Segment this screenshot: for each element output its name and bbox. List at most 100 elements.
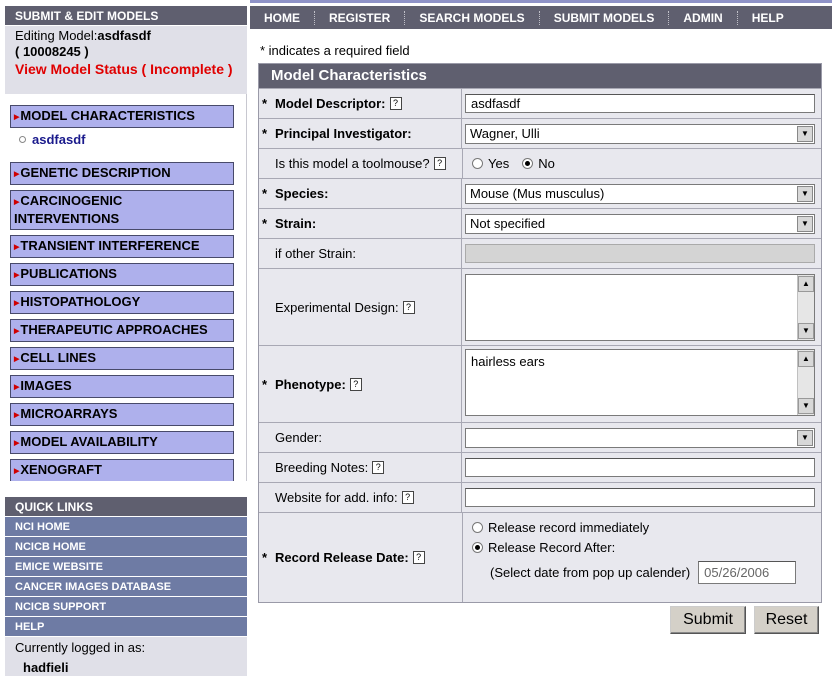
release-after-label: Release Record After: (488, 540, 616, 555)
required-star: * (262, 376, 268, 392)
sidebar-item-publications[interactable]: ▶PUBLICATIONS (10, 263, 234, 286)
editing-model-info: Editing Model:asdfasdf ( 10008245 ) View… (5, 26, 247, 94)
nav-admin-link[interactable]: ADMIN (669, 11, 736, 25)
nav-register-link[interactable]: REGISTER (315, 11, 404, 25)
editing-label: Editing Model: (15, 28, 98, 43)
sidebar-item-transient-interference[interactable]: ▶TRANSIENT INTERFERENCE (10, 235, 234, 258)
record-release-date-label: Record Release Date: (275, 550, 409, 565)
help-icon[interactable]: ? (389, 97, 402, 110)
sidebar-item-histopathology[interactable]: ▶HISTOPATHOLOGY (10, 291, 234, 314)
arrow-icon: ▶ (14, 300, 20, 307)
experimental-design-label: Experimental Design: (275, 299, 399, 315)
row-strain: * Strain: Not specified ▼ (259, 208, 821, 238)
help-icon[interactable]: ? (402, 300, 415, 314)
chevron-down-icon[interactable]: ▼ (797, 215, 813, 232)
model-descriptor-input[interactable]: asdfasdf (465, 94, 815, 113)
help-icon[interactable]: ? (372, 461, 385, 474)
arrow-icon: ▶ (14, 171, 20, 178)
row-phenotype: * Phenotype:? hairless ears ▲ ▼ (259, 345, 821, 422)
experimental-design-textarea[interactable]: ▲ ▼ (465, 273, 815, 341)
required-field-note: * indicates a required field (260, 43, 410, 58)
toolmouse-yes-radio[interactable] (472, 158, 483, 169)
row-principal-investigator: * Principal Investigator: Wagner, Ulli ▼ (259, 118, 821, 148)
logged-in-label: Currently logged in as: (15, 640, 146, 655)
required-star: * (262, 216, 268, 231)
sidebar-item-model-availability[interactable]: ▶MODEL AVAILABILITY (10, 431, 234, 454)
sidebar-subitem-asdfasdf[interactable]: asdfasdf (5, 131, 246, 162)
view-model-status-link[interactable]: View Model Status ( Incomplete ) (15, 61, 247, 77)
arrow-icon: ▶ (14, 440, 20, 447)
sidebar-item-xenograft[interactable]: ▶XENOGRAFT (10, 459, 234, 482)
chevron-down-icon[interactable]: ▼ (797, 429, 813, 446)
section-navigation: ▶MODEL CHARACTERISTICS asdfasdf ▶GENETIC… (5, 94, 247, 482)
sidebar-item-therapeutic-approaches[interactable]: ▶THERAPEUTIC APPROACHES (10, 319, 234, 342)
required-star: * (262, 126, 268, 141)
quick-link-help[interactable]: HELP (5, 617, 247, 637)
sidebar-item-model-characteristics[interactable]: ▶MODEL CHARACTERISTICS (10, 105, 234, 128)
scroll-down-icon[interactable]: ▼ (798, 398, 814, 414)
model-descriptor-label: Model Descriptor: (275, 96, 386, 111)
help-icon[interactable]: ? (349, 377, 362, 391)
reset-button[interactable]: Reset (754, 606, 819, 634)
principal-investigator-select[interactable]: Wagner, Ulli ▼ (465, 123, 815, 144)
row-record-release-date: * Record Release Date:? Release record im… (259, 512, 821, 602)
phenotype-textarea[interactable]: hairless ears ▲ ▼ (465, 349, 815, 416)
nav-search-models-link[interactable]: SEARCH MODELS (405, 11, 538, 25)
sidebar-item-genetic-description[interactable]: ▶GENETIC DESCRIPTION (10, 162, 234, 185)
arrow-icon: ▶ (14, 412, 20, 419)
logged-in-info: Currently logged in as: hadfieli (5, 637, 247, 676)
sidebar: SUBMIT & EDIT MODELS Editing Model:asdfa… (5, 6, 247, 676)
toolmouse-no-radio[interactable] (522, 158, 534, 169)
arrow-icon: ▶ (14, 199, 20, 206)
arrow-icon: ▶ (14, 272, 20, 279)
row-toolmouse: Is this model a toolmouse?? Yes No (259, 148, 821, 178)
top-navigation: HOME REGISTER SEARCH MODELS SUBMIT MODEL… (250, 6, 832, 29)
quick-link-nci-home[interactable]: NCI HOME (5, 517, 247, 537)
release-after-radio[interactable] (472, 542, 483, 553)
scroll-up-icon[interactable]: ▲ (798, 351, 814, 367)
website-label: Website for add. info: (275, 490, 398, 505)
quick-link-emice-website[interactable]: EMICE WEBSITE (5, 557, 247, 577)
release-date-input[interactable]: 05/26/2006 (698, 561, 797, 584)
quick-link-cancer-images-database[interactable]: CANCER IMAGES DATABASE (5, 577, 247, 597)
chevron-down-icon[interactable]: ▼ (797, 125, 813, 142)
other-strain-label: if other Strain: (275, 246, 356, 261)
chevron-down-icon[interactable]: ▼ (797, 185, 813, 202)
sidebar-item-cell-lines[interactable]: ▶CELL LINES (10, 347, 234, 370)
scroll-down-icon[interactable]: ▼ (798, 322, 814, 339)
species-label: Species: (275, 186, 329, 201)
nav-home-link[interactable]: HOME (250, 11, 314, 25)
sidebar-item-carcinogenic-interventions[interactable]: ▶CARCINOGENIC INTERVENTIONS (10, 190, 234, 230)
section-title: Model Characteristics (259, 64, 821, 88)
sidebar-item-images[interactable]: ▶IMAGES (10, 375, 234, 398)
help-icon[interactable]: ? (412, 551, 425, 564)
gender-select[interactable]: ▼ (465, 427, 815, 448)
arrow-icon: ▶ (14, 244, 20, 251)
help-icon[interactable]: ? (401, 491, 414, 504)
arrow-icon: ▶ (14, 328, 20, 335)
submit-button[interactable]: Submit (670, 606, 746, 634)
scrollbar[interactable]: ▲ ▼ (797, 350, 814, 415)
release-immediately-label: Release record immediately (488, 520, 650, 535)
scroll-up-icon[interactable]: ▲ (798, 275, 814, 292)
arrow-icon: ▶ (14, 356, 20, 363)
quick-link-ncicb-support[interactable]: NCICB SUPPORT (5, 597, 247, 617)
required-star: * (262, 96, 268, 111)
arrow-icon: ▶ (14, 468, 20, 475)
species-select[interactable]: Mouse (Mus musculus) ▼ (465, 183, 815, 204)
website-input[interactable] (465, 488, 815, 507)
scrollbar[interactable]: ▲ ▼ (797, 274, 814, 340)
required-star: * (262, 550, 268, 565)
help-icon[interactable]: ? (433, 157, 446, 170)
quick-link-ncicb-home[interactable]: NCICB HOME (5, 537, 247, 557)
strain-select[interactable]: Not specified ▼ (465, 213, 815, 234)
release-immediately-radio[interactable] (472, 522, 483, 533)
nav-help-link[interactable]: HELP (738, 11, 798, 25)
sidebar-item-microarrays[interactable]: ▶MICROARRAYS (10, 403, 234, 426)
breeding-notes-input[interactable] (465, 458, 815, 477)
row-other-strain: if other Strain: (259, 238, 821, 268)
editing-model-name: asdfasdf (97, 28, 151, 43)
row-website: Website for add. info:? (259, 482, 821, 512)
nav-submit-models-link[interactable]: SUBMIT MODELS (540, 11, 669, 25)
logged-in-user: hadfieli (23, 660, 69, 675)
